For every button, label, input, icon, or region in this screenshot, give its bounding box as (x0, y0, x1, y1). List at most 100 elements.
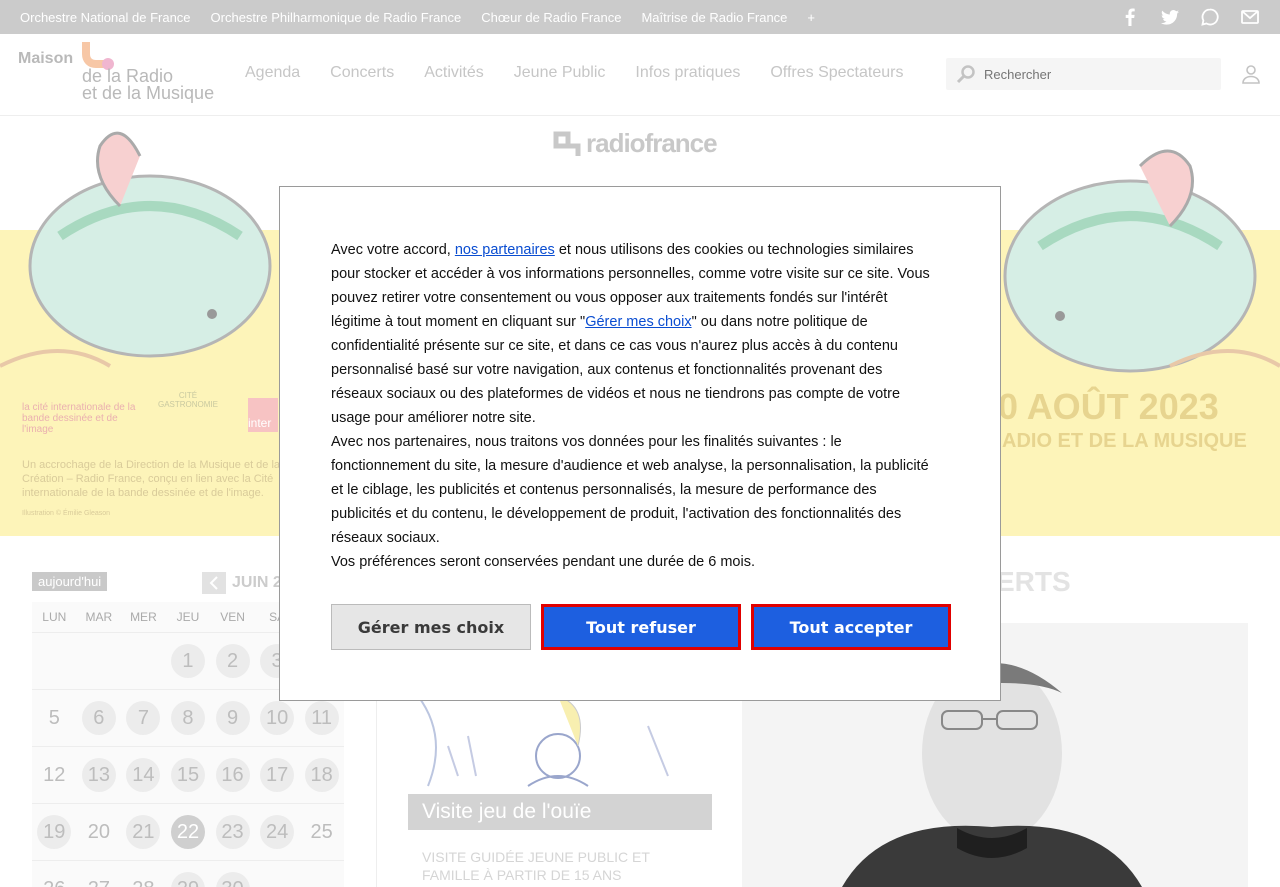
cookie-consent-dialog: Avec votre accord, nos partenaires et no… (279, 186, 1001, 701)
month-navigation: JUIN 2 (202, 572, 282, 594)
concerts-section-title: ERTS (996, 566, 1071, 597)
nav-offres-spectateurs[interactable]: Offres Spectateurs (770, 64, 903, 82)
calendar-week: 12 13 14 15 16 17 18 (32, 746, 344, 803)
day-number (37, 644, 71, 678)
day-number: 15 (170, 758, 205, 792)
partner-logo-cite-bd: la cité internationale de la bande dessi… (22, 402, 136, 435)
weekday-label: JEU (176, 610, 200, 624)
weekday-label: LUN (42, 610, 67, 624)
radiofrance-wordmark: radiofrance (586, 128, 718, 158)
calendar-day[interactable]: 18 (299, 758, 344, 792)
consent-paragraph-3: Vos préférences seront conservées pendan… (331, 554, 755, 570)
calendar-day[interactable]: 1 (166, 644, 211, 678)
event-card-title[interactable]: Visite jeu de l'ouïe (408, 794, 712, 830)
day-number: 18 (304, 758, 339, 792)
day-number (260, 872, 294, 887)
twitter-icon[interactable] (1160, 7, 1180, 27)
calendar-day[interactable]: 19 (32, 815, 77, 849)
consent-text-fragment: " ou dans notre politique de confidentia… (331, 314, 901, 426)
calendar-day[interactable]: 17 (255, 758, 300, 792)
refuse-all-button[interactable]: Tout refuser (541, 604, 741, 650)
link-choeur[interactable]: Chœur de Radio France (481, 10, 621, 25)
calendar-day[interactable]: 23 (210, 815, 255, 849)
calendar-day (77, 644, 122, 678)
day-number: 16 (215, 758, 250, 792)
nav-jeune-public[interactable]: Jeune Public (514, 64, 606, 82)
calendar-day (255, 872, 300, 887)
calendar-day[interactable]: 15 (166, 758, 211, 792)
search-icon[interactable] (956, 64, 976, 89)
day-number: 2 (215, 644, 250, 678)
nav-agenda[interactable]: Agenda (245, 64, 300, 82)
link-orchestre-national[interactable]: Orchestre National de France (20, 10, 191, 25)
calendar-day[interactable]: 29 (166, 872, 211, 887)
calendar-day[interactable]: 7 (121, 701, 166, 735)
facebook-icon[interactable] (1120, 7, 1140, 27)
consent-paragraph-1: Avec votre accord, nos partenaires et no… (331, 238, 935, 430)
more-link[interactable]: + (807, 10, 815, 25)
calendar-day[interactable]: 16 (210, 758, 255, 792)
calendar-week: 19 20 21 22 23 24 25 (32, 803, 344, 860)
weekday-label: MER (130, 610, 157, 624)
user-account-icon[interactable] (1241, 64, 1261, 89)
today-button[interactable]: aujourd'hui (32, 572, 108, 591)
day-number: 17 (260, 758, 295, 792)
social-links (1120, 0, 1260, 34)
calendar-day: 5 (32, 701, 77, 735)
calendar-day[interactable]: 14 (121, 758, 166, 792)
manage-choices-button[interactable]: Gérer mes choix (331, 604, 531, 650)
site-logo[interactable]: Maison de la Radio et de la Musique (18, 42, 218, 106)
previous-month-button[interactable] (202, 572, 226, 594)
accept-all-button[interactable]: Tout accepter (751, 604, 951, 650)
link-maitrise[interactable]: Maîtrise de Radio France (641, 10, 787, 25)
calendar-day[interactable]: 24 (255, 815, 300, 849)
banner-credit: Illustration © Émilie Gleason (22, 510, 111, 517)
day-number: 22 (170, 815, 205, 849)
day-number: 6 (81, 701, 116, 735)
day-number: 9 (215, 701, 250, 735)
link-orchestre-philharmonique[interactable]: Orchestre Philharmonique de Radio France (211, 10, 462, 25)
day-number: 1 (170, 644, 205, 678)
calendar-day[interactable]: 13 (77, 758, 122, 792)
calendar-day[interactable]: 21 (121, 815, 166, 849)
partners-link[interactable]: nos partenaires (455, 242, 555, 258)
calendar-day-selected[interactable]: 22 (166, 815, 211, 849)
day-number: 8 (170, 701, 205, 735)
nav-concerts[interactable]: Concerts (330, 64, 394, 82)
calendar-day[interactable]: 30 (210, 872, 255, 887)
day-number: 25 (310, 820, 333, 843)
logo-line-musique: et de la Musique (82, 83, 215, 103)
search-input[interactable] (984, 58, 1214, 90)
main-nav: Agenda Concerts Activités Jeune Public I… (245, 64, 903, 82)
network-bar: Orchestre National de France Orchestre P… (0, 0, 1280, 34)
calendar-day (121, 644, 166, 678)
day-number: 11 (304, 701, 339, 735)
calendar-day[interactable]: 10 (255, 701, 300, 735)
manage-choices-link[interactable]: Gérer mes choix (585, 314, 691, 330)
logo-text-maison: Maison (18, 50, 74, 67)
calendar-day[interactable]: 8 (166, 701, 211, 735)
calendar-day[interactable]: 6 (77, 701, 122, 735)
day-number: 29 (170, 872, 205, 887)
radiofrance-logo: radiofrance (552, 128, 718, 159)
consent-text: Avec votre accord, nos partenaires et no… (331, 238, 935, 574)
calendar-day[interactable]: 2 (210, 644, 255, 678)
day-number: 28 (126, 872, 160, 887)
day-number: 13 (81, 758, 116, 792)
site-header: Maison de la Radio et de la Musique Agen… (0, 34, 1280, 116)
partner-logo-cite-gastronomie: CITÉ GASTRONOMIE (157, 391, 218, 409)
day-number: 23 (215, 815, 250, 849)
nav-activites[interactable]: Activités (424, 64, 484, 82)
calendar-day[interactable]: 11 (299, 701, 344, 735)
calendar-day: 25 (299, 815, 344, 849)
chat-icon[interactable] (1200, 7, 1220, 27)
mail-icon[interactable] (1240, 7, 1260, 27)
calendar-day[interactable]: 9 (210, 701, 255, 735)
day-number: 10 (260, 701, 295, 735)
calendar-day (299, 872, 344, 887)
banner-place: ADIO ET DE LA MUSIQUE (1002, 430, 1247, 452)
day-number: 12 (43, 763, 66, 786)
weekday-label: VEN (220, 610, 245, 624)
nav-infos-pratiques[interactable]: Infos pratiques (635, 64, 740, 82)
day-number: 5 (48, 706, 60, 729)
